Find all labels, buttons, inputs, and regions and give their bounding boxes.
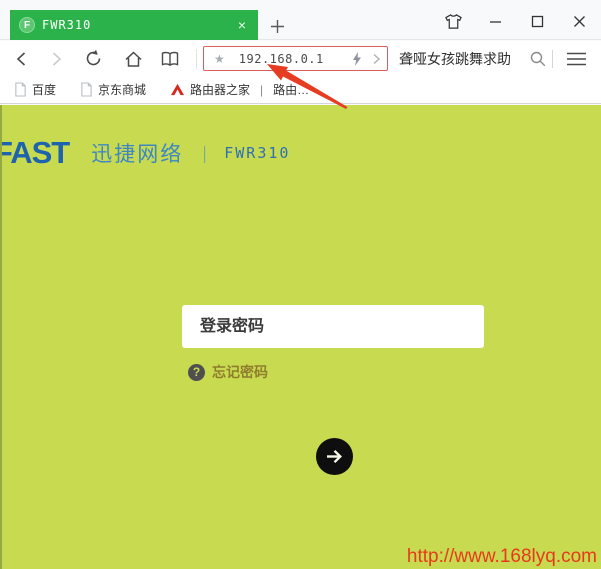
search-icon	[529, 50, 547, 68]
router-login-page: FAST 迅捷网络 ｜ FWR310 ? 忘记密码 http://www.168…	[0, 105, 601, 569]
forward-arrow-icon	[48, 51, 64, 67]
navigation-toolbar: ★ 192.168.0.1 聋哑女孩跳舞求助	[0, 41, 601, 76]
address-url[interactable]: 192.168.0.1	[231, 52, 352, 66]
bookmark-baidu[interactable]: 百度	[14, 81, 56, 98]
toolbar-divider	[196, 49, 197, 69]
page-icon	[80, 82, 93, 97]
bookmark-truncated[interactable]: 路由…	[273, 81, 309, 98]
watermark-url: http://www.168lyq.com	[407, 546, 597, 568]
browser-tab[interactable]: F FWR310 ×	[10, 10, 258, 40]
quick-access-button[interactable]	[352, 52, 362, 66]
window-close-button[interactable]	[567, 9, 591, 33]
forgot-password-label: 忘记密码	[212, 362, 268, 382]
title-bar: F FWR310 ×	[0, 0, 601, 40]
chevron-right-icon	[372, 53, 381, 65]
bookmark-label: 京东商城	[98, 81, 146, 98]
back-arrow-icon	[14, 51, 30, 67]
refresh-button[interactable]	[82, 48, 104, 70]
reading-list-button[interactable]	[159, 48, 181, 70]
tab-close-icon[interactable]: ×	[235, 16, 249, 34]
hamburger-menu-icon	[566, 52, 587, 66]
tab-favicon-icon: F	[19, 17, 35, 33]
search-button[interactable]	[527, 48, 549, 70]
bookmarks-bar: 百度 京东商城 路由器之家 | 路由…	[0, 76, 601, 104]
maximize-icon	[531, 15, 544, 28]
search-box[interactable]: 聋哑女孩跳舞求助	[399, 41, 511, 76]
minimize-button[interactable]	[483, 9, 507, 33]
forgot-password-link[interactable]: ? 忘记密码	[188, 362, 268, 382]
lightning-icon	[352, 52, 362, 66]
router-model: FWR310	[224, 144, 290, 162]
plus-icon	[270, 19, 285, 34]
right-arrow-icon	[324, 446, 345, 467]
bookmark-router-home[interactable]: 路由器之家	[170, 81, 250, 98]
refresh-icon	[84, 49, 103, 68]
menu-button[interactable]	[563, 48, 589, 70]
browser-window: F FWR310 ×	[0, 0, 601, 569]
address-bar[interactable]: ★ 192.168.0.1	[203, 46, 388, 71]
home-icon	[124, 50, 143, 68]
brand-divider: ｜	[196, 141, 213, 166]
minimize-icon	[489, 15, 502, 28]
home-button[interactable]	[122, 48, 144, 70]
toolbar-divider	[552, 50, 553, 68]
brand-header: FAST 迅捷网络 ｜ FWR310	[0, 135, 290, 171]
bookmark-jd[interactable]: 京东商城	[80, 81, 146, 98]
bookmark-label: 路由…	[273, 81, 309, 98]
go-button[interactable]	[372, 53, 381, 65]
bookmark-label: 百度	[32, 81, 56, 98]
fast-logo: FAST	[0, 135, 69, 171]
back-button[interactable]	[11, 48, 33, 70]
search-query[interactable]: 聋哑女孩跳舞求助	[399, 49, 511, 69]
close-icon	[573, 15, 586, 28]
question-mark-icon: ?	[188, 364, 205, 381]
skin-theme-button[interactable]	[441, 9, 465, 33]
page-icon	[14, 82, 27, 97]
new-tab-button[interactable]	[266, 15, 288, 37]
login-submit-button[interactable]	[316, 438, 353, 475]
maximize-button[interactable]	[525, 9, 549, 33]
brand-name: 迅捷网络	[91, 138, 183, 168]
login-password-input[interactable]	[182, 305, 484, 348]
forward-button[interactable]	[45, 48, 67, 70]
tshirt-icon	[444, 13, 463, 30]
bookmarks-separator: |	[260, 83, 263, 97]
tab-title: FWR310	[42, 18, 235, 32]
bookmark-star-icon[interactable]: ★	[214, 52, 225, 66]
bookmark-label: 路由器之家	[190, 81, 250, 98]
router-home-icon	[170, 83, 185, 96]
open-book-icon	[160, 51, 180, 67]
